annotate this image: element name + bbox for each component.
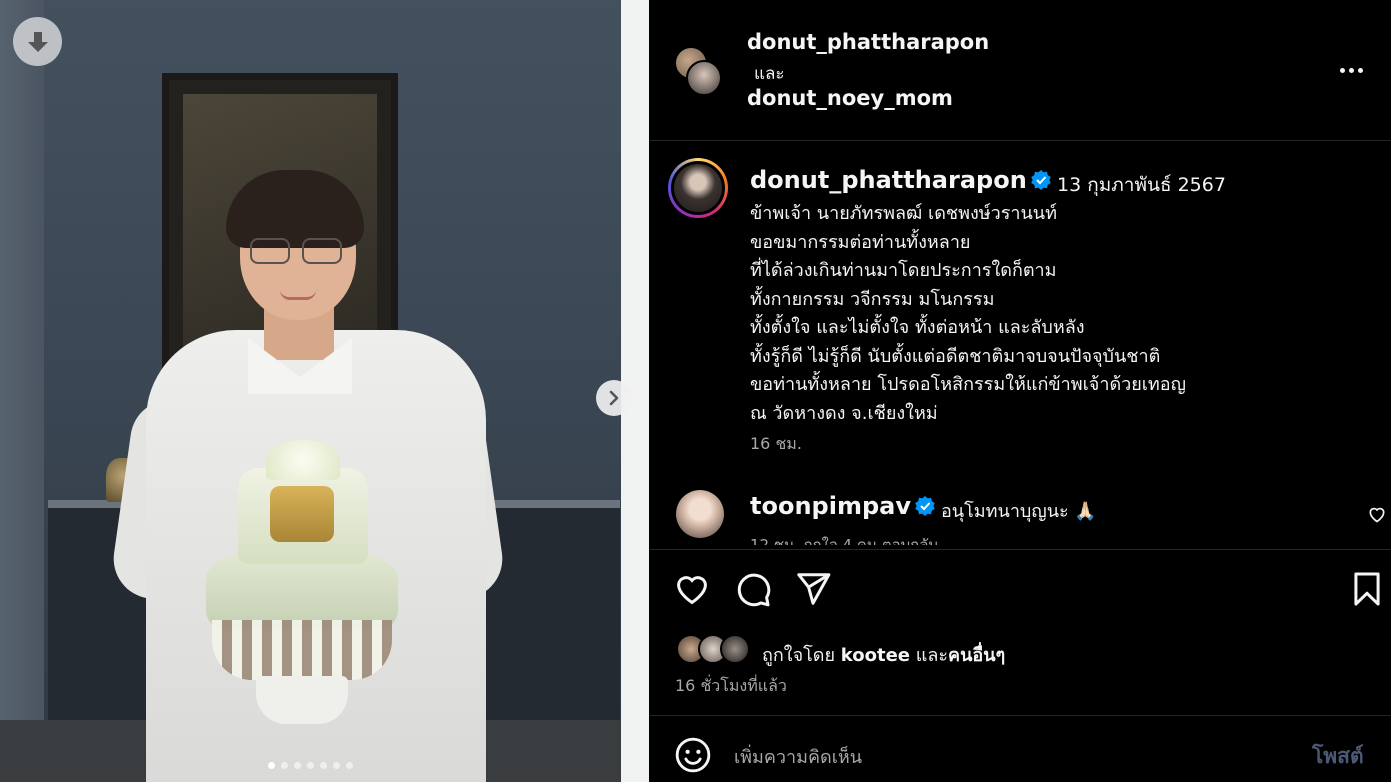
more-options-button[interactable]	[1340, 60, 1368, 80]
collab-avatars[interactable]	[674, 46, 724, 98]
caption-line: ณ วัดหางดง จ.เชียงใหม่	[750, 402, 938, 424]
likes-summary[interactable]: ถูกใจโดย kootee และคนอื่นๆ	[762, 640, 1005, 669]
caption-line: ที่ได้ล่วงเกินท่านมาโดยประการใดก็ตาม	[750, 260, 1057, 281]
caption-time: 16 ชม.	[750, 434, 802, 453]
like-heart-icon[interactable]	[673, 570, 711, 608]
comment-like-heart-icon[interactable]	[1367, 504, 1387, 524]
caption-avatar[interactable]	[668, 158, 728, 218]
carousel-dot	[294, 762, 301, 769]
avatar	[720, 634, 750, 664]
carousel-dot	[268, 762, 275, 769]
caption-line: ทั้งกายกรรม วจีกรรม มโนกรรม	[750, 288, 995, 310]
caption-text: ข้าพเจ้า นายภัทรพลฒ์ เดชพงษ์วรานนท์ ขอขม…	[750, 200, 1186, 428]
liker-username[interactable]: kootee	[841, 645, 910, 666]
carousel-dot	[333, 762, 340, 769]
post-comment-button[interactable]: โพสต์	[1312, 740, 1364, 773]
comment-meta: 12 ชม. ถูกใจ 4 คน ตอบกลับ	[750, 536, 938, 545]
caption-line: ขอท่านทั้งหลาย โปรดอโหสิกรรมให้แก่ข้าพเจ…	[750, 374, 1186, 395]
likes-prefix: ถูกใจโดย	[762, 645, 841, 666]
carousel-dot	[281, 762, 288, 769]
carousel-dots	[268, 762, 353, 769]
action-bar	[650, 570, 1391, 610]
chevron-right-icon	[609, 390, 619, 406]
offering-tray	[206, 440, 398, 724]
caption-line: ข้าพเจ้า นายภัทรพลฒ์ เดชพงษ์วรานนท์	[750, 203, 1057, 224]
liker-avatars[interactable]	[676, 634, 756, 668]
save-bookmark-icon[interactable]	[1348, 570, 1386, 608]
comment-username[interactable]: toonpimpav	[750, 492, 911, 520]
header-username-1[interactable]: donut_phattharapon	[747, 30, 989, 54]
more-icon	[1340, 67, 1345, 73]
caption-date: 13 กุมภาพันธ์ 2567	[1057, 174, 1226, 196]
download-button[interactable]	[13, 17, 62, 66]
comment-text: อนุโมทนาบุญนะ 🙏🏻	[941, 501, 1097, 522]
post-image[interactable]	[0, 0, 649, 782]
verified-badge-icon	[1031, 170, 1051, 190]
divider	[650, 715, 1391, 716]
caption-username[interactable]: donut_phattharapon	[750, 166, 1027, 194]
comment-bubble-icon[interactable]	[734, 570, 772, 608]
likes-middle: และ	[910, 645, 949, 666]
carousel-dot	[346, 762, 353, 769]
header-and-text: และ	[754, 64, 785, 84]
header-username-2[interactable]: donut_noey_mom	[747, 86, 953, 110]
share-send-icon[interactable]	[794, 570, 832, 608]
likes-others[interactable]: คนอื่นๆ	[948, 645, 1005, 666]
add-comment-input[interactable]	[734, 740, 1294, 774]
divider	[650, 549, 1391, 550]
comment-avatar[interactable]	[676, 490, 724, 538]
carousel-dot	[320, 762, 327, 769]
avatar	[686, 60, 722, 96]
caption-line: ทั้งรู้ก็ดี ไม่รู้ก็ดี นับตั้งแต่อดีตชาต…	[750, 345, 1161, 367]
post-details-panel: donut_phattharapon และ donut_noey_mom do…	[650, 0, 1391, 782]
verified-badge-icon	[915, 496, 935, 516]
emoji-icon[interactable]	[674, 736, 712, 774]
caption-line: ขอขมากรรมต่อท่านทั้งหลาย	[750, 231, 971, 253]
arrow-down-icon	[27, 31, 48, 52]
carousel-dot	[307, 762, 314, 769]
post-timestamp[interactable]: 16 ชั่วโมงที่แล้ว	[675, 674, 787, 699]
caption-line: ทั้งตั้งใจ และไม่ตั้งใจ ทั้งต่อหน้า และล…	[750, 317, 1085, 338]
person	[0, 0, 621, 782]
next-slide-button[interactable]	[596, 380, 632, 416]
divider	[650, 140, 1391, 141]
